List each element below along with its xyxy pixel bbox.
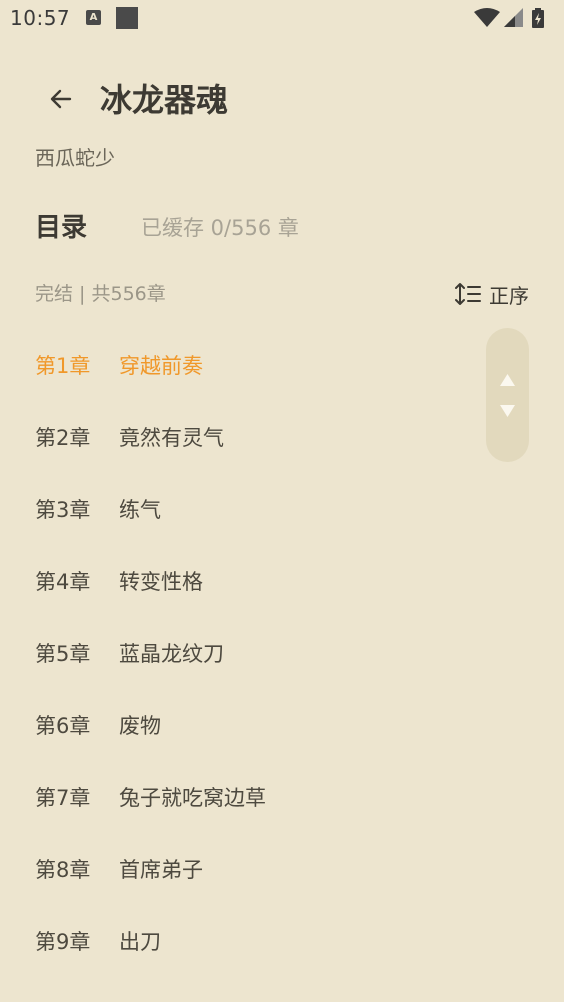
chapter-number: 第9章 [35,930,91,954]
chapter-item[interactable]: 第5章 蓝晶龙纹刀 [0,617,564,689]
chapter-item[interactable]: 第3章 练气 [0,473,564,545]
back-arrow-icon [50,89,72,109]
chapter-title: 练气 [119,498,161,522]
chapter-item[interactable]: 第7章 兔子就吃窝边草 [0,761,564,833]
cache-info: 已缓存 0/556 章 [141,216,299,240]
sort-order-label: 正序 [489,283,529,308]
quick-scroll-control[interactable] [486,328,529,462]
square-notification-icon [116,7,138,29]
chapter-title: 废物 [119,714,161,738]
chapter-number: 第5章 [35,642,91,666]
status-right-icons [474,8,554,28]
scroll-to-top-icon[interactable] [499,373,516,387]
battery-charging-icon [532,8,544,28]
a-notification-icon: A [86,10,101,25]
chapter-item[interactable]: 第1章 穿越前奏 [0,329,564,401]
toc-heading: 目录 [35,213,88,243]
scroll-to-bottom-icon[interactable] [499,404,516,418]
chapter-list: 第1章 穿越前奏 第2章 竟然有灵气 第3章 练气 第4章 转变性格 第5章 蓝… [0,329,564,977]
status-time: 10:57 [10,6,71,30]
chapter-title: 出刀 [119,930,161,954]
chapter-title: 竟然有灵气 [119,426,224,450]
chapter-number: 第8章 [35,858,91,882]
chapter-item[interactable]: 第8章 首席弟子 [0,833,564,905]
book-title: 冰龙器魂 [100,81,229,119]
chapter-title: 穿越前奏 [119,354,203,378]
chapter-item[interactable]: 第9章 出刀 [0,905,564,977]
sort-order-button[interactable]: 正序 [455,278,529,310]
chapter-title: 首席弟子 [119,858,203,882]
chapter-title: 转变性格 [119,570,203,594]
back-button[interactable] [40,78,82,120]
sort-order-icon [455,283,481,305]
chapter-item[interactable]: 第2章 竟然有灵气 [0,401,564,473]
chapter-item[interactable]: 第4章 转变性格 [0,545,564,617]
signal-icon [504,8,523,27]
author-name[interactable]: 西瓜蛇少 [35,144,115,172]
chapter-title: 蓝晶龙纹刀 [119,642,224,666]
chapter-title: 兔子就吃窝边草 [119,786,266,810]
chapter-number: 第7章 [35,786,91,810]
wifi-icon [474,8,500,27]
status-bar: 10:57 A [0,0,564,38]
chapter-number: 第3章 [35,498,91,522]
chapter-number: 第6章 [35,714,91,738]
chapter-number: 第2章 [35,426,91,450]
book-status: 完结 | 共556章 [35,283,166,305]
chapter-number: 第1章 [35,354,91,378]
chapter-number: 第4章 [35,570,91,594]
chapter-item[interactable]: 第6章 废物 [0,689,564,761]
